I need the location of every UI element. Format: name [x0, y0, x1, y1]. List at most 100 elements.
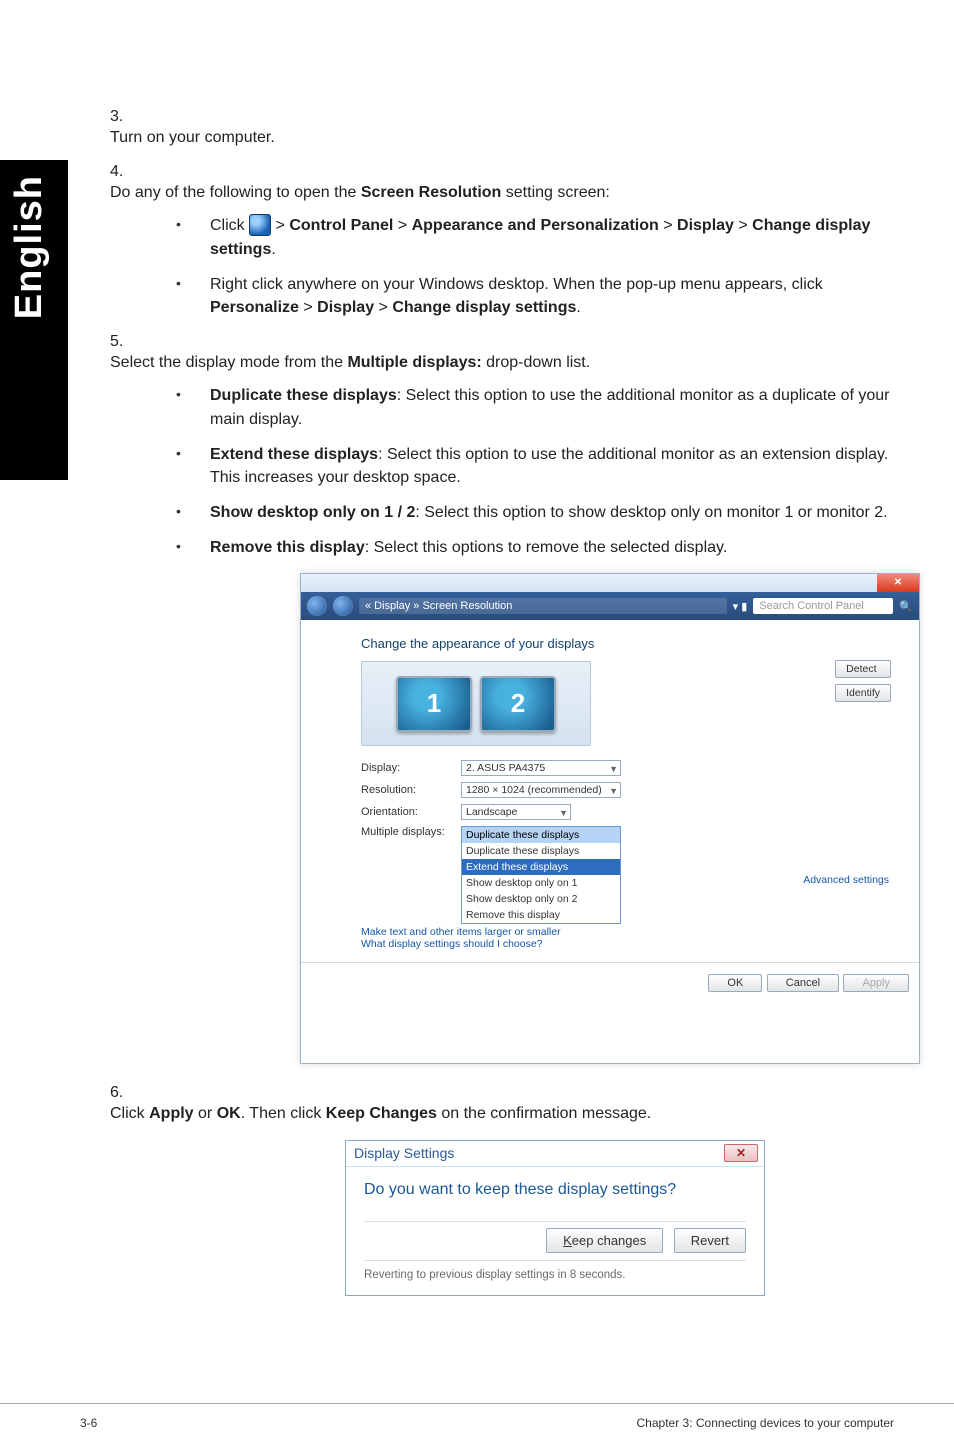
text: . Then click — [241, 1105, 326, 1122]
text-bold: Apply — [149, 1105, 193, 1122]
forward-button[interactable] — [333, 596, 353, 616]
dropdown-option[interactable]: Remove this display — [462, 907, 620, 923]
dropdown-option[interactable]: Duplicate these displays — [462, 843, 620, 859]
identify-button[interactable]: Identify — [835, 684, 891, 702]
step-text: Turn on your computer. — [110, 126, 850, 149]
dropdown-option[interactable]: Show desktop only on 2 — [462, 891, 620, 907]
dialog-frame: Display Settings ✕ Do you want to keep t… — [345, 1140, 765, 1296]
multiple-displays-dropdown[interactable]: Duplicate these displays Duplicate these… — [461, 826, 621, 924]
label-resolution: Resolution: — [361, 784, 451, 796]
text: Click — [210, 217, 249, 234]
substep: Click > Control Panel > Appearance and P… — [156, 214, 900, 260]
text: . — [271, 241, 275, 258]
text: > — [659, 217, 677, 234]
cancel-button[interactable]: Cancel — [767, 974, 839, 992]
label-display: Display: — [361, 762, 451, 774]
detect-button[interactable]: Detect — [835, 660, 891, 678]
page: English 3. Turn on your computer. 4. Do … — [0, 0, 954, 1438]
text: Do any of the following to open the — [110, 184, 361, 201]
text: setting screen: — [501, 184, 610, 201]
text: : Select this options to remove the sele… — [365, 539, 728, 556]
text-bold: Display — [317, 299, 374, 316]
language-label: English — [8, 175, 60, 319]
step-text: Do any of the following to open the Scre… — [110, 181, 850, 204]
panel-heading: Change the appearance of your displays — [361, 636, 889, 651]
text: : Select this option to show desktop onl… — [415, 504, 887, 521]
text: > — [299, 299, 317, 316]
link-text-size[interactable]: Make text and other items larger or smal… — [361, 926, 889, 938]
search-input[interactable]: Search Control Panel — [753, 598, 893, 614]
keep-changes-button[interactable]: Keep changes — [546, 1228, 663, 1253]
dialog-question: Do you want to keep these display settin… — [364, 1181, 746, 1199]
start-icon — [249, 214, 271, 236]
window-frame: ✕ « Display » Screen Resolution ▾ ▮ Sear… — [300, 573, 920, 1064]
chapter-title: Chapter 3: Connecting devices to your co… — [637, 1416, 894, 1430]
content: 3. Turn on your computer. 4. Do any of t… — [110, 108, 900, 1310]
substep: Right click anywhere on your Windows des… — [156, 273, 900, 319]
panel-body: Change the appearance of your displays 1… — [301, 620, 919, 1063]
revert-button[interactable]: Revert — [674, 1228, 746, 1253]
monitor-icon[interactable]: 1 — [396, 676, 472, 732]
dropdown-option[interactable]: Extend these displays — [462, 859, 620, 875]
apply-button[interactable]: Apply — [843, 974, 909, 992]
sidebar-tab: English — [0, 160, 68, 480]
close-icon[interactable]: ✕ — [724, 1144, 758, 1162]
text: on the confirmation message. — [437, 1105, 651, 1122]
step-number: 5. — [110, 333, 156, 351]
display-dropdown[interactable]: 2. ASUS PA4375▼ — [461, 760, 621, 776]
resolution-dropdown[interactable]: 1280 × 1024 (recommended)▼ — [461, 782, 621, 798]
step-number: 6. — [110, 1084, 156, 1102]
window-titlebar: ✕ — [301, 574, 919, 592]
display-preview: 1 2 — [361, 661, 591, 746]
substep: Extend these displays: Select this optio… — [156, 443, 900, 489]
btn-text: eep changes — [572, 1233, 646, 1248]
text: Right click anywhere on your Windows des… — [210, 276, 823, 293]
step-number: 3. — [110, 108, 156, 126]
text-bold: Change display settings — [392, 299, 576, 316]
step-number: 4. — [110, 163, 156, 181]
text-bold: Appearance and Personalization — [412, 217, 659, 234]
text-bold: Duplicate these displays — [210, 387, 397, 404]
substep: Show desktop only on 1 / 2: Select this … — [156, 501, 900, 524]
label-orientation: Orientation: — [361, 806, 451, 818]
text: . — [576, 299, 580, 316]
text: or — [194, 1105, 217, 1122]
figure-display-settings: Display Settings ✕ Do you want to keep t… — [345, 1140, 765, 1296]
dropdown-option[interactable]: Show desktop only on 1 — [462, 875, 620, 891]
text: Click — [110, 1105, 149, 1122]
text-bold: Keep Changes — [326, 1105, 437, 1122]
close-icon[interactable]: ✕ — [877, 574, 919, 592]
link-help[interactable]: What display settings should I choose? — [361, 938, 889, 950]
text: Select the display mode from the — [110, 354, 347, 371]
label-multiple-displays: Multiple displays: — [361, 826, 451, 838]
breadcrumb[interactable]: « Display » Screen Resolution — [359, 598, 727, 614]
text: > — [393, 217, 411, 234]
text-bold: Control Panel — [289, 217, 393, 234]
step-text: Select the display mode from the Multipl… — [110, 351, 850, 374]
back-button[interactable] — [307, 596, 327, 616]
text-bold: OK — [217, 1105, 241, 1122]
dialog-title: Display Settings ✕ — [346, 1141, 764, 1167]
text: > — [271, 217, 289, 234]
dropdown-selected: Duplicate these displays — [462, 827, 620, 843]
text: > — [734, 217, 752, 234]
orientation-dropdown[interactable]: Landscape▼ — [461, 804, 571, 820]
ok-button[interactable]: OK — [708, 974, 762, 992]
text-bold: Screen Resolution — [361, 184, 501, 201]
countdown-text: Reverting to previous display settings i… — [364, 1261, 746, 1281]
form-rows: Display: 2. ASUS PA4375▼ Resolution: 128… — [361, 760, 889, 950]
text-bold: Remove this display — [210, 539, 365, 556]
text-bold: Extend these displays — [210, 446, 378, 463]
advanced-settings-link[interactable]: Advanced settings — [803, 874, 889, 886]
text-bold: Display — [677, 217, 734, 234]
text: > — [374, 299, 392, 316]
text-bold: Multiple displays: — [347, 354, 481, 371]
nav-bar: « Display » Screen Resolution ▾ ▮ Search… — [301, 592, 919, 620]
text-bold: Show desktop only on 1 / 2 — [210, 504, 415, 521]
page-number: 3-6 — [80, 1416, 97, 1430]
page-footer: 3-6 Chapter 3: Connecting devices to you… — [0, 1403, 954, 1404]
text: drop-down list. — [482, 354, 591, 371]
step-text: Click Apply or OK. Then click Keep Chang… — [110, 1102, 850, 1125]
monitor-icon[interactable]: 2 — [480, 676, 556, 732]
substep: Duplicate these displays: Select this op… — [156, 384, 900, 430]
